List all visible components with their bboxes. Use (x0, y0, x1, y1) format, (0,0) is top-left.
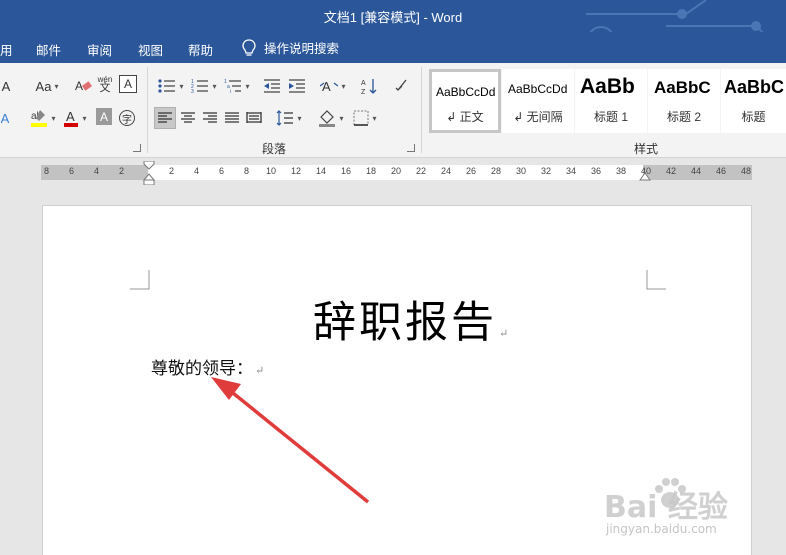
baidu-watermark: Bai 经验 jingyan.baidu.com (598, 470, 748, 550)
watermark-text: Bai 经验 (604, 490, 728, 525)
watermark-url: jingyan.baidu.com (606, 522, 717, 536)
